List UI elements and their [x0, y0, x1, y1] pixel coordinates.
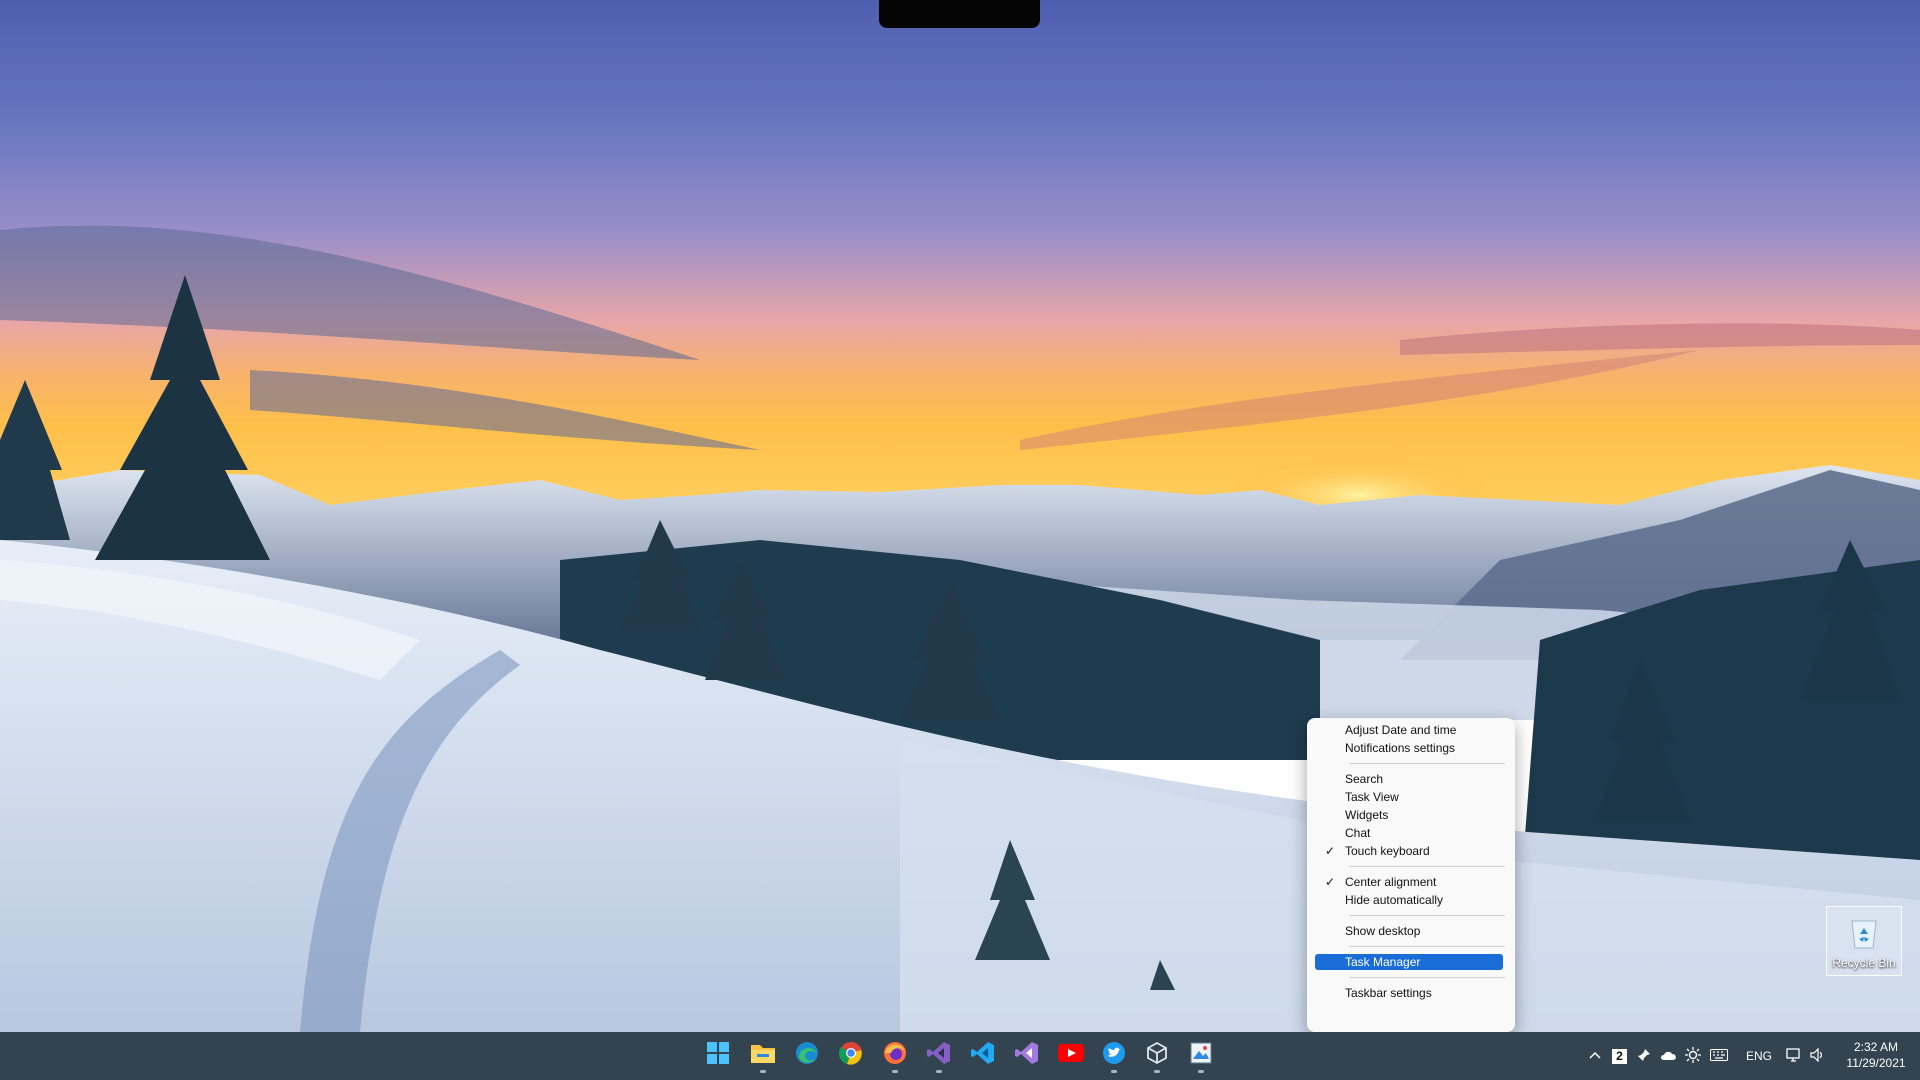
menu-item-task-view[interactable]: Task View	[1315, 789, 1503, 805]
taskbar-firefox[interactable]	[878, 1038, 912, 1073]
running-indicator	[1111, 1070, 1117, 1073]
menu-item-adjust-date-time[interactable]: Adjust Date and time	[1315, 722, 1503, 738]
tray-clock[interactable]: 2:32 AM 11/29/2021	[1836, 1039, 1916, 1071]
menu-item-label: Show desktop	[1345, 924, 1421, 938]
keyboard-icon	[1710, 1048, 1728, 1064]
desktop-wallpaper[interactable]	[0, 0, 1920, 1080]
sun-icon	[1685, 1046, 1701, 1066]
cloud-icon	[1660, 1049, 1678, 1064]
top-black-notch	[879, 0, 1040, 28]
taskbar-twitter[interactable]	[1097, 1038, 1131, 1073]
chevron-up-icon	[1588, 1049, 1602, 1063]
network-monitor-icon	[1786, 1047, 1802, 1066]
menu-item-task-manager[interactable]: Task Manager	[1315, 954, 1503, 970]
taskbar-chrome[interactable]	[834, 1038, 868, 1072]
taskbar-context-menu: Adjust Date and time Notifications setti…	[1307, 718, 1515, 1032]
tray-onedrive[interactable]	[1660, 1032, 1678, 1080]
youtube-icon	[1058, 1043, 1084, 1067]
menu-separator	[1349, 866, 1505, 867]
tray-network[interactable]	[1786, 1032, 1802, 1080]
twitter-icon	[1102, 1041, 1126, 1070]
menu-item-label: Center alignment	[1345, 875, 1437, 889]
taskbar-visual-studio[interactable]	[922, 1038, 956, 1073]
tray-language[interactable]: ENG	[1746, 1032, 1772, 1080]
tray-touch-keyboard[interactable]	[1710, 1032, 1728, 1080]
visual-studio-icon	[927, 1041, 951, 1070]
menu-item-label: Notifications settings	[1345, 741, 1456, 755]
taskbar-virtualbox[interactable]	[1140, 1038, 1174, 1073]
tray-brightness[interactable]	[1685, 1032, 1701, 1080]
recycle-bin-icon	[1849, 915, 1879, 954]
menu-item-show-desktop[interactable]: Show desktop	[1315, 923, 1503, 939]
speaker-icon	[1810, 1047, 1826, 1065]
tray-badge-number: 2	[1612, 1048, 1627, 1064]
tray-badge-app[interactable]: 2	[1612, 1032, 1627, 1080]
recycle-bin-label: Recycle Bin	[1832, 956, 1896, 970]
menu-item-label: Search	[1345, 772, 1384, 786]
language-label: ENG	[1746, 1049, 1773, 1063]
taskbar-vs-code[interactable]	[966, 1038, 1000, 1072]
taskbar-paint[interactable]	[1184, 1038, 1218, 1073]
cube-icon	[1145, 1041, 1169, 1070]
menu-item-label: Task Manager	[1345, 955, 1421, 969]
running-indicator	[1154, 1070, 1160, 1073]
visual-studio-preview-icon	[1015, 1041, 1039, 1070]
menu-separator	[1349, 977, 1505, 978]
tray-volume[interactable]	[1810, 1032, 1826, 1080]
menu-item-notifications-settings[interactable]: Notifications settings	[1315, 740, 1503, 756]
menu-item-label: Touch keyboard	[1345, 844, 1430, 858]
menu-item-label: Hide automatically	[1345, 893, 1444, 907]
taskbar-edge[interactable]	[790, 1038, 824, 1072]
pin-icon	[1637, 1048, 1651, 1065]
menu-item-hide-automatically[interactable]: Hide automatically	[1315, 892, 1503, 908]
menu-item-search[interactable]: Search	[1315, 771, 1503, 787]
menu-item-label: Task View	[1345, 790, 1399, 804]
checkmark-icon: ✓	[1325, 844, 1336, 858]
taskbar-visual-studio-preview[interactable]	[1010, 1038, 1044, 1072]
taskbar-youtube[interactable]	[1054, 1038, 1088, 1072]
taskbar-file-explorer[interactable]	[746, 1038, 780, 1073]
running-indicator	[936, 1070, 942, 1073]
menu-item-label: Taskbar settings	[1345, 986, 1432, 1000]
vscode-icon	[971, 1041, 995, 1070]
paint-icon	[1189, 1041, 1213, 1070]
chrome-icon	[838, 1041, 863, 1070]
menu-item-label: Widgets	[1345, 808, 1389, 822]
mountain-sunset-wallpaper	[0, 0, 1920, 1032]
tray-pin[interactable]	[1637, 1032, 1651, 1080]
menu-item-chat[interactable]: Chat	[1315, 825, 1503, 841]
tray-overflow-chevron[interactable]	[1588, 1032, 1602, 1080]
menu-item-touch-keyboard[interactable]: ✓ Touch keyboard	[1315, 843, 1503, 859]
menu-item-label: Adjust Date and time	[1345, 723, 1457, 737]
edge-icon	[795, 1041, 819, 1070]
menu-item-center-alignment[interactable]: ✓ Center alignment	[1315, 874, 1503, 890]
menu-separator	[1349, 946, 1505, 947]
windows-logo-icon	[706, 1041, 730, 1070]
running-indicator	[760, 1070, 766, 1073]
start-button[interactable]	[701, 1038, 735, 1072]
menu-item-widgets[interactable]: Widgets	[1315, 807, 1503, 823]
menu-item-taskbar-settings[interactable]: Taskbar settings	[1315, 985, 1503, 1001]
running-indicator	[892, 1070, 898, 1073]
firefox-icon	[883, 1041, 907, 1070]
checkmark-icon: ✓	[1325, 875, 1336, 889]
menu-item-label: Chat	[1345, 826, 1371, 840]
clock-time: 2:32 AM	[1853, 1040, 1899, 1054]
desktop-icon-recycle-bin[interactable]: Recycle Bin	[1826, 906, 1902, 976]
menu-separator	[1349, 915, 1505, 916]
menu-separator	[1349, 763, 1505, 764]
clock-date: 11/29/2021	[1846, 1056, 1906, 1070]
running-indicator	[1198, 1070, 1204, 1073]
taskbar[interactable]	[0, 1032, 1920, 1080]
folder-icon	[750, 1042, 776, 1069]
